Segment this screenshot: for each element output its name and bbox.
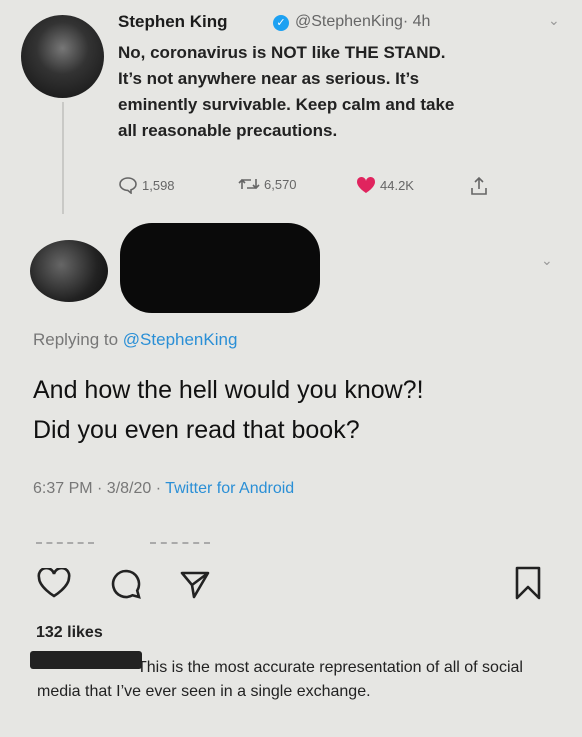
- retweet-count: 6,570: [264, 176, 297, 192]
- thread-line: [62, 102, 64, 214]
- divider: [150, 542, 210, 544]
- chevron-down-icon[interactable]: ⌄: [548, 12, 560, 29]
- send-icon[interactable]: [180, 570, 210, 600]
- comment-icon[interactable]: [110, 568, 142, 600]
- share-button[interactable]: [470, 176, 488, 196]
- tweet-line: No, coronavirus is NOT like THE STAND.: [118, 43, 446, 62]
- tweet-actions: 1,598 6,570 44.2K: [118, 176, 558, 198]
- retweet-button[interactable]: 6,570: [238, 176, 297, 192]
- tweet-author-name[interactable]: Stephen King: [118, 12, 228, 32]
- tweet-line: eminently survivable. Keep calm and take: [118, 95, 455, 114]
- tweet-text: No, coronavirus is NOT like THE STAND. I…: [118, 40, 558, 144]
- verified-icon: ✓: [273, 15, 289, 31]
- heart-icon[interactable]: [37, 568, 71, 598]
- tweet-line: It’s not anywhere near as serious. It’s: [118, 69, 420, 88]
- like-button[interactable]: 44.2K: [356, 176, 414, 194]
- avatar-stephen-king[interactable]: [21, 15, 104, 98]
- share-icon: [471, 176, 487, 195]
- reply-line: And how the hell would you know?!: [33, 376, 424, 404]
- reply-meta: 6:37 PM · 3/8/20 · Twitter for Android: [33, 480, 294, 498]
- reply-text: And how the hell would you know?! Did yo…: [33, 370, 553, 450]
- replying-mention-link[interactable]: @StephenKing: [123, 330, 238, 349]
- redaction-bar: [30, 651, 142, 669]
- reply-source-link[interactable]: Twitter for Android: [165, 480, 294, 497]
- bookmark-icon[interactable]: [514, 566, 542, 600]
- tweet-line: all reasonable precautions.: [118, 121, 338, 140]
- reply-datetime: 6:37 PM · 3/8/20 ·: [33, 480, 162, 497]
- chevron-down-icon[interactable]: ⌄: [541, 252, 553, 269]
- divider: [36, 542, 94, 544]
- replying-to: Replying to @StephenKing: [33, 330, 237, 350]
- reply-count: 1,598: [142, 177, 175, 193]
- tweet-time: · 4h: [402, 13, 431, 30]
- reply-icon: [119, 177, 137, 194]
- tweet-handle[interactable]: @StephenKing: [295, 13, 403, 30]
- heart-filled-icon: [356, 176, 376, 193]
- reply-button[interactable]: 1,598: [118, 176, 175, 194]
- retweet-icon: [238, 178, 260, 190]
- redaction-blob: [120, 223, 320, 313]
- replying-prefix: Replying to: [33, 330, 119, 349]
- avatar-replier[interactable]: [30, 240, 108, 302]
- like-count: 44.2K: [380, 177, 414, 193]
- tweet-handle-time: @StephenKing· 4h: [295, 13, 430, 31]
- reply-line: Did you even read that book?: [33, 416, 360, 444]
- likes-count[interactable]: 132 likes: [36, 624, 103, 642]
